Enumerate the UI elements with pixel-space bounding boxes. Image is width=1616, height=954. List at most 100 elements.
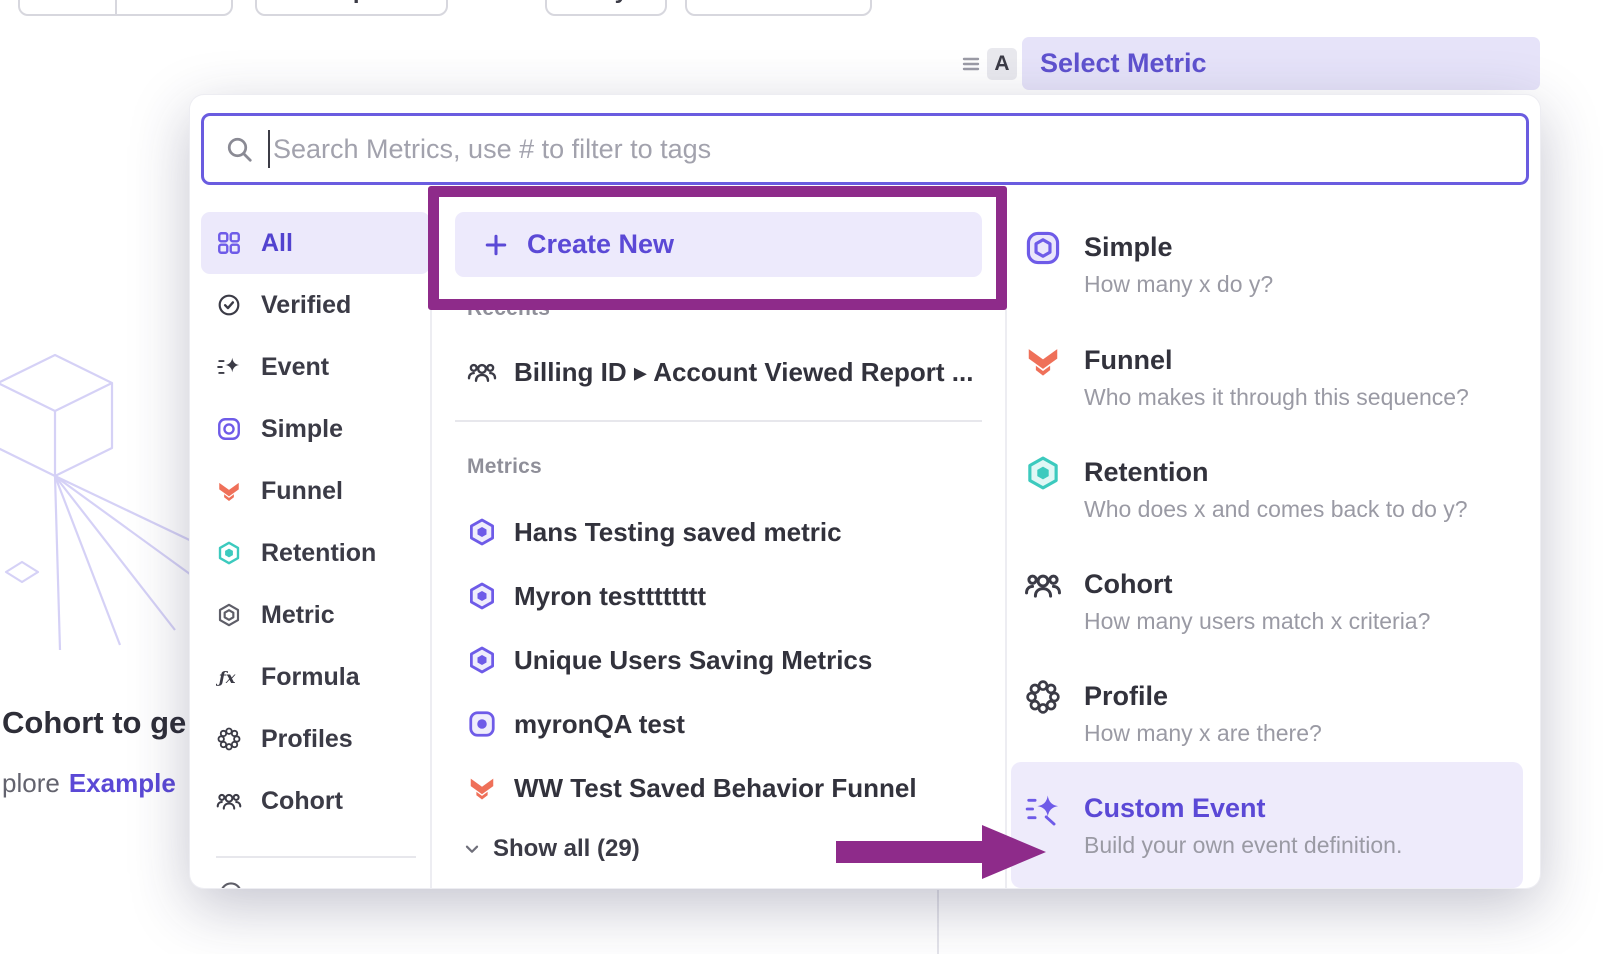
verified-icon <box>216 292 242 318</box>
select-metric-field[interactable]: Select Metric <box>1022 37 1540 90</box>
line-chart-type-button[interactable]: Line <box>685 0 872 16</box>
compare-button[interactable]: Compare <box>255 0 448 16</box>
type-item-funnel[interactable]: Funnel Who makes it through this sequenc… <box>1024 342 1526 411</box>
metric-picker-modal: All Verified Event Simple <box>190 95 1540 888</box>
type-desc: How many x do y? <box>1084 271 1273 298</box>
type-desc: Who does x and comes back to do y? <box>1084 496 1468 523</box>
create-new-button[interactable]: Create New <box>455 212 982 277</box>
retention-icon <box>216 540 242 566</box>
hexagon-badge-icon <box>467 517 497 547</box>
hexagon-badge-icon <box>467 581 497 611</box>
metric-icon <box>216 602 242 628</box>
background-heading-fragment: Cohort to ge <box>2 705 186 741</box>
example-reports-link[interactable]: Example <box>69 768 176 799</box>
sidebar-item-label: Metric <box>261 601 335 630</box>
chevron-down-icon <box>461 838 483 860</box>
day-button[interactable]: Day <box>545 0 667 16</box>
sidebar-item-profiles[interactable]: Profiles <box>201 708 430 770</box>
show-all-button[interactable]: Show all (29) <box>461 835 640 863</box>
type-title: Retention <box>1084 454 1468 490</box>
metric-item-label: Unique Users Saving Metrics <box>514 645 872 676</box>
sidebar-item-label: Funnel <box>261 477 343 506</box>
page: 12M YTD ▾ Compare Day Line A Select Metr… <box>0 0 1616 954</box>
sidebar-item-metric[interactable]: Metric <box>201 584 430 646</box>
type-title: Simple <box>1084 229 1273 265</box>
range-12m-label: 12M <box>44 0 91 5</box>
select-metric-text: Select Metric <box>1040 48 1207 79</box>
compare-label: Compare <box>299 0 403 5</box>
recent-item-label: Billing ID ▸ Account Viewed Report ... <box>514 357 973 388</box>
sidebar-item-label: Event <box>261 353 329 382</box>
metrics-heading: Metrics <box>467 455 542 479</box>
metric-list-item[interactable]: myronQA test <box>467 704 685 744</box>
cohort-icon <box>1024 566 1062 604</box>
divider <box>455 420 982 422</box>
sidebar-item-funnel[interactable]: Funnel <box>201 460 430 522</box>
simple-type-icon <box>1024 229 1062 267</box>
recents-heading: Recents <box>467 297 550 321</box>
sidebar-item-all[interactable]: All <box>201 212 430 274</box>
date-range-segmented-control: 12M YTD ▾ <box>18 0 233 16</box>
cut-off-sidebar-icon <box>218 878 244 888</box>
line-chart-icon <box>735 0 761 4</box>
category-sidebar: All Verified Event Simple <box>201 212 430 888</box>
grid-icon <box>216 230 242 256</box>
metric-list-item[interactable]: WW Test Saved Behavior Funnel <box>467 768 917 808</box>
custom-event-icon <box>1024 790 1062 828</box>
metric-row-label: A <box>987 48 1017 80</box>
search-box <box>201 113 1529 185</box>
divider <box>1005 207 1007 888</box>
type-item-retention[interactable]: Retention Who does x and comes back to d… <box>1024 454 1526 523</box>
cohort-icon <box>216 788 242 814</box>
type-item-profile[interactable]: Profile How many x are there? <box>1024 678 1526 747</box>
type-item-simple[interactable]: Simple How many x do y? <box>1024 229 1526 298</box>
range-ytd-button[interactable]: YTD ▾ <box>115 0 232 14</box>
search-input[interactable] <box>270 119 1526 179</box>
sidebar-item-label: Verified <box>261 291 351 320</box>
type-item-custom-event[interactable]: Custom Event Build your own event defini… <box>1024 790 1526 859</box>
metric-list-item[interactable]: Myron testttttttt <box>467 576 706 616</box>
range-ytd-label: YTD <box>141 0 189 5</box>
line-label: Line <box>773 0 822 5</box>
wireframe-decoration <box>0 330 210 660</box>
sidebar-item-cohort[interactable]: Cohort <box>201 770 430 832</box>
funnel-icon <box>1024 342 1062 380</box>
sidebar-item-label: Formula <box>261 663 360 692</box>
type-title: Profile <box>1084 678 1322 714</box>
search-icon <box>224 134 254 164</box>
create-new-label: Create New <box>527 229 674 260</box>
square-badge-icon <box>467 709 497 739</box>
sidebar-item-event[interactable]: Event <box>201 336 430 398</box>
drag-handle-icon[interactable] <box>961 53 981 75</box>
metric-list-item[interactable]: Unique Users Saving Metrics <box>467 640 872 680</box>
metric-list-item[interactable]: Hans Testing saved metric <box>467 512 842 552</box>
recent-item[interactable]: Billing ID ▸ Account Viewed Report ... <box>467 352 973 392</box>
sidebar-item-label: Cohort <box>261 787 343 816</box>
sidebar-item-simple[interactable]: Simple <box>201 398 430 460</box>
profiles-icon <box>216 726 242 752</box>
chevron-down-icon: ▾ <box>199 0 208 1</box>
sidebar-item-label: Simple <box>261 415 343 444</box>
divider <box>430 207 432 888</box>
retention-icon <box>1024 454 1062 492</box>
sidebar-item-retention[interactable]: Retention <box>201 522 430 584</box>
metric-item-label: Myron testttttttt <box>514 581 706 612</box>
funnel-icon <box>467 773 497 803</box>
type-desc: How many users match x criteria? <box>1084 608 1430 635</box>
sidebar-item-formula[interactable]: ƒx Formula <box>201 646 430 708</box>
cohort-icon <box>467 357 497 387</box>
metric-item-label: myronQA test <box>514 709 685 740</box>
type-item-cohort[interactable]: Cohort How many users match x criteria? <box>1024 566 1526 635</box>
panel-divider <box>937 890 939 954</box>
metric-item-label: WW Test Saved Behavior Funnel <box>514 773 917 804</box>
type-desc: Build your own event definition. <box>1084 832 1402 859</box>
sidebar-item-label: Retention <box>261 539 376 568</box>
type-title: Cohort <box>1084 566 1430 602</box>
sidebar-item-verified[interactable]: Verified <box>201 274 430 336</box>
hexagon-badge-icon <box>467 645 497 675</box>
formula-icon: ƒx <box>216 664 242 690</box>
range-12m-button[interactable]: 12M <box>20 0 115 14</box>
explore-text-fragment: plore <box>2 768 60 799</box>
event-icon <box>216 354 242 380</box>
type-title: Custom Event <box>1084 790 1402 826</box>
